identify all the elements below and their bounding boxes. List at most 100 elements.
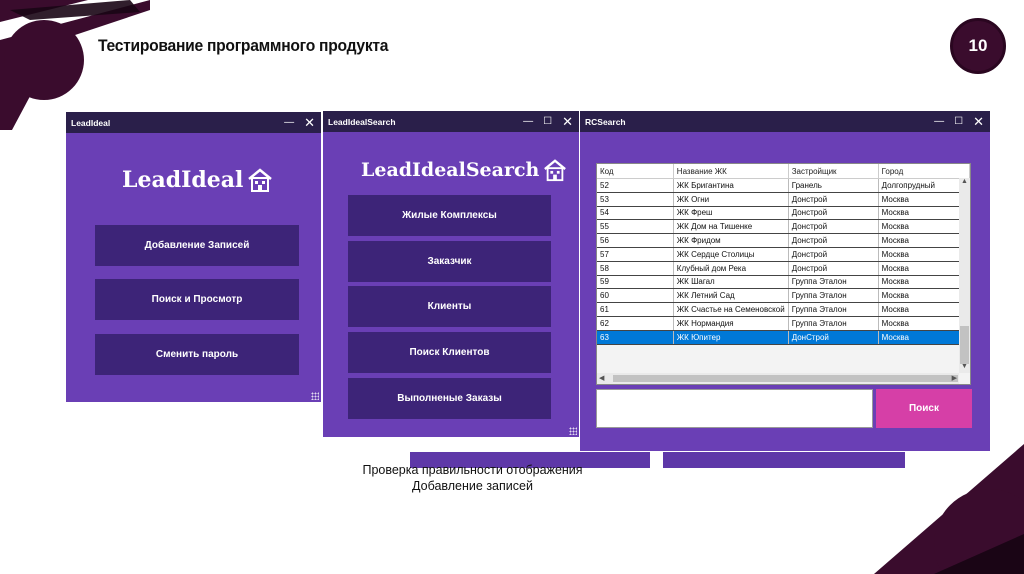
- resize-grip[interactable]: [569, 427, 577, 435]
- residential-complexes-button[interactable]: Жилые Комплексы: [348, 195, 551, 236]
- table-cell: 53: [597, 192, 674, 207]
- close-icon[interactable]: ✕: [973, 114, 984, 130]
- table-cell: Москва: [878, 330, 970, 345]
- horizontal-scroll-thumb[interactable]: [613, 375, 958, 382]
- corner-decoration-top-left: [0, 0, 150, 130]
- table-cell: ЖК Счастье на Семеновской: [673, 302, 789, 317]
- window-title: RCSearch: [585, 116, 626, 127]
- table-row[interactable]: 54 ЖК Фреш Донстрой Москва: [597, 206, 970, 221]
- scroll-right-arrow-icon[interactable]: ▶: [952, 373, 957, 384]
- table-cell: 62: [597, 316, 674, 331]
- table-cell: ЖК Шагал: [673, 275, 789, 290]
- leadideal-window: LeadIdeal — ✕ LeadIdeal Добавление Запис…: [66, 112, 321, 402]
- window-titlebar[interactable]: LeadIdeal: [66, 112, 321, 133]
- app-logo: LeadIdealSearch: [361, 158, 567, 182]
- table-row[interactable]: 55 ЖК Дом на Тишенке Донстрой Москва: [597, 219, 970, 235]
- rcsearch-window: RCSearch — ☐ ✕ Код Название ЖК Застройщи…: [580, 111, 990, 451]
- close-icon[interactable]: ✕: [562, 114, 573, 130]
- table-cell: ДонСтрой: [788, 330, 879, 345]
- clients-button[interactable]: Клиенты: [348, 286, 551, 327]
- table-row[interactable]: 58 Клубный дом Река Донстрой Москва: [597, 261, 970, 276]
- slide-caption: Проверка правильности отображения Добавл…: [350, 462, 595, 494]
- minimize-icon[interactable]: —: [934, 116, 944, 127]
- results-table[interactable]: Код Название ЖК Застройщик Город 52 ЖК Бр…: [596, 163, 971, 385]
- table-row[interactable]: 53 ЖК Огни Донстрой Москва: [597, 192, 970, 207]
- close-icon[interactable]: ✕: [304, 115, 315, 131]
- table-cell: 56: [597, 233, 674, 248]
- table-cell: ЖК Юпитер: [673, 330, 789, 345]
- table-cell: Москва: [878, 192, 970, 207]
- table-cell: Донстрой: [788, 233, 879, 248]
- table-row[interactable]: 60 ЖК Летний Сад Группа Эталон Москва: [597, 288, 970, 304]
- table-cell: Донстрой: [788, 206, 879, 221]
- minimize-icon[interactable]: —: [284, 117, 294, 128]
- logo-text: LeadIdeal: [122, 167, 244, 193]
- minimize-icon[interactable]: —: [523, 116, 533, 127]
- leadidealsearch-window: LeadIdealSearch — ☐ ✕ LeadIdealSearch Жи…: [323, 111, 579, 437]
- column-header-name[interactable]: Название ЖК: [673, 164, 789, 179]
- vertical-scrollbar[interactable]: ▲ ▼: [959, 178, 970, 373]
- table-row[interactable]: 63 ЖК Юпитер ДонСтрой Москва: [597, 330, 970, 345]
- table-cell: ЖК Сердце Столицы: [673, 247, 789, 262]
- table-cell: Донстрой: [788, 261, 879, 276]
- vertical-scroll-thumb[interactable]: [960, 326, 969, 364]
- column-header-city[interactable]: Город: [878, 164, 970, 179]
- table-cell: Москва: [878, 275, 970, 290]
- page-number-badge: 10: [950, 18, 1006, 74]
- search-button[interactable]: Поиск: [876, 389, 972, 428]
- slide-title: Тестирование программного продукта: [98, 36, 389, 55]
- table-cell: 55: [597, 219, 674, 235]
- table-cell: Группа Эталон: [788, 316, 879, 331]
- add-records-button[interactable]: Добавление Записей: [95, 225, 299, 266]
- table-cell: 52: [597, 178, 674, 193]
- caption-line-1: Проверка правильности отображения: [362, 463, 583, 477]
- table-cell: Группа Эталон: [788, 288, 879, 304]
- maximize-icon[interactable]: ☐: [954, 116, 963, 127]
- table-cell: 60: [597, 288, 674, 304]
- table-row[interactable]: 59 ЖК Шагал Группа Эталон Москва: [597, 275, 970, 290]
- scroll-up-arrow-icon[interactable]: ▲: [959, 178, 970, 188]
- table-cell: Гранель: [788, 178, 879, 193]
- table-cell: Москва: [878, 233, 970, 248]
- table-cell: Группа Эталон: [788, 275, 879, 290]
- table-cell: Москва: [878, 206, 970, 221]
- table-cell: 58: [597, 261, 674, 276]
- table-cell: Москва: [878, 247, 970, 262]
- scroll-left-arrow-icon[interactable]: ◀: [599, 373, 604, 384]
- column-header-code[interactable]: Код: [597, 164, 674, 179]
- table-row[interactable]: 61 ЖК Счастье на Семеновской Группа Эталон…: [597, 302, 970, 317]
- table-cell: ЖК Нормандия: [673, 316, 789, 331]
- table-cell: Донстрой: [788, 192, 879, 207]
- search-view-button[interactable]: Поиск и Просмотр: [95, 279, 299, 320]
- search-clients-button[interactable]: Поиск Клиентов: [348, 332, 551, 373]
- table-cell: Группа Эталон: [788, 302, 879, 317]
- change-password-button[interactable]: Сменить пароль: [95, 334, 299, 375]
- maximize-icon[interactable]: ☐: [543, 116, 552, 127]
- table-header-row: Код Название ЖК Застройщик Город: [597, 164, 970, 179]
- table-cell: 57: [597, 247, 674, 262]
- app-logo: LeadIdeal: [122, 167, 273, 193]
- column-header-developer[interactable]: Застройщик: [788, 164, 879, 179]
- table-row[interactable]: 52 ЖК Бригантина Гранель Долгопрудный: [597, 178, 970, 193]
- table-row[interactable]: 56 ЖК Фридом Донстрой Москва: [597, 233, 970, 248]
- window-title: LeadIdeal: [71, 117, 111, 128]
- search-input[interactable]: [596, 389, 873, 428]
- house-icon: [248, 168, 273, 192]
- horizontal-scrollbar[interactable]: ◀ ▶: [597, 373, 959, 384]
- table-cell: Москва: [878, 316, 970, 331]
- completed-orders-button[interactable]: Выполненые Заказы: [348, 378, 551, 419]
- resize-grip[interactable]: [311, 392, 319, 400]
- scroll-down-arrow-icon[interactable]: ▼: [959, 363, 970, 373]
- table-cell: 61: [597, 302, 674, 317]
- window-titlebar[interactable]: RCSearch: [580, 111, 990, 132]
- house-icon: [544, 159, 567, 182]
- table-cell: Клубный дом Река: [673, 261, 789, 276]
- table-row[interactable]: 62 ЖК Нормандия Группа Эталон Москва: [597, 316, 970, 331]
- table-row[interactable]: 57 ЖК Сердце Столицы Донстрой Москва: [597, 247, 970, 262]
- table-cell: ЖК Летний Сад: [673, 288, 789, 304]
- customer-button[interactable]: Заказчик: [348, 241, 551, 282]
- window-shadow-strip: [663, 452, 905, 468]
- table-cell: ЖК Огни: [673, 192, 789, 207]
- table-cell: ЖК Бригантина: [673, 178, 789, 193]
- caption-line-2: Добавление записей: [412, 479, 533, 493]
